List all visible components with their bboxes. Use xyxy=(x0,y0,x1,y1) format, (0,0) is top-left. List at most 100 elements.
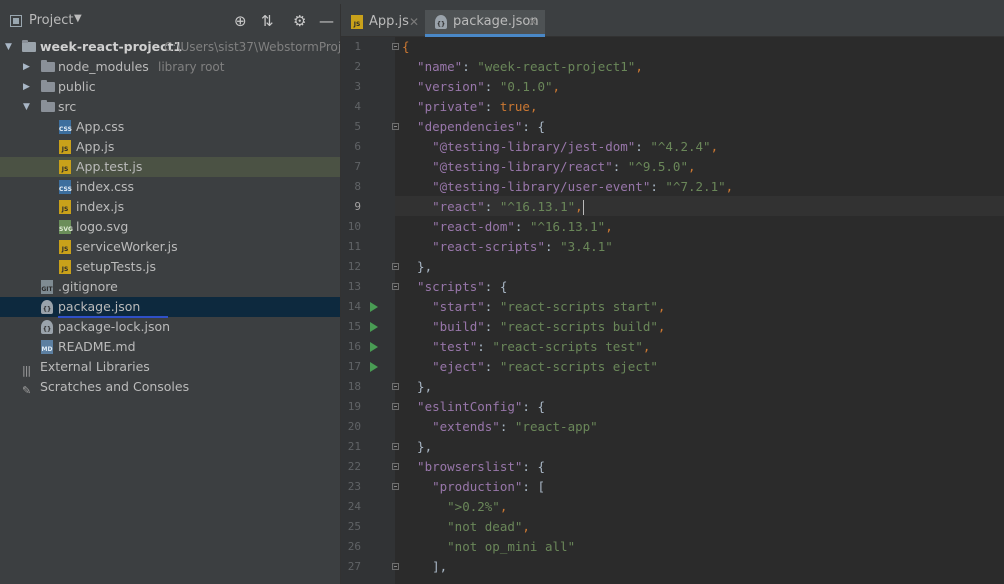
code-line[interactable]: "@testing-library/react": "^9.5.0", xyxy=(341,157,1004,177)
code-line[interactable]: "browserslist": { xyxy=(341,457,1004,477)
code-line[interactable]: "test": "react-scripts test", xyxy=(341,337,1004,357)
code-token: , xyxy=(605,219,613,234)
code-line[interactable]: "extends": "react-app" xyxy=(341,417,1004,437)
code-line[interactable]: "dependencies": { xyxy=(341,117,1004,137)
code-token: }, xyxy=(402,439,433,454)
tree-item[interactable]: JS App.js xyxy=(0,137,340,157)
code-token: "react" xyxy=(402,199,485,214)
code-line[interactable]: { xyxy=(341,37,1004,57)
expand-arrow-icon[interactable]: ▼ xyxy=(23,97,30,117)
code-token: "^4.2.4" xyxy=(650,139,711,154)
git-file-icon: GIT xyxy=(41,280,53,294)
collapse-arrow-icon[interactable]: ▶ xyxy=(23,77,30,97)
collapse-arrow-icon[interactable]: ▶ xyxy=(23,57,30,77)
tree-item[interactable]: MD README.md xyxy=(0,337,340,357)
code-token: : xyxy=(477,339,493,354)
tree-item[interactable]: ▼ src xyxy=(0,97,340,117)
tree-item[interactable]: ||| External Libraries xyxy=(0,357,340,377)
close-icon[interactable]: ✕ xyxy=(409,10,419,34)
tree-item-label: index.css xyxy=(76,179,135,194)
tree-item-hint: C:\Users\sist37\WebstormProje xyxy=(164,40,349,54)
code-token: "test" xyxy=(402,339,478,354)
code-token: : xyxy=(650,179,666,194)
js-file-icon: JS xyxy=(59,140,71,154)
tree-item[interactable]: ▼ week-react-project1 C:\Users\sist37\Webs… xyxy=(0,37,349,57)
code-line[interactable]: "@testing-library/user-event": "^7.2.1", xyxy=(341,177,1004,197)
code-token: : xyxy=(484,359,500,374)
tree-item-label: App.js xyxy=(76,139,115,154)
code-line[interactable]: "react-scripts": "3.4.1" xyxy=(341,237,1004,257)
tree-item-label: README.md xyxy=(58,339,136,354)
code-token: true xyxy=(499,99,530,114)
tree-item[interactable]: JS setupTests.js xyxy=(0,257,340,277)
tree-item-hint: library root xyxy=(158,60,225,74)
code-line[interactable]: "private": true, xyxy=(341,97,1004,117)
code-line[interactable]: "not dead", xyxy=(341,517,1004,537)
code-token: "production" xyxy=(402,479,523,494)
code-line[interactable]: ], xyxy=(341,557,1004,577)
md-file-icon: MD xyxy=(41,340,53,354)
code-token: , xyxy=(657,319,666,334)
code-token: "version" xyxy=(402,79,485,94)
code-line[interactable]: "production": [ xyxy=(341,477,1004,497)
code-line[interactable]: "not op_mini all" xyxy=(341,537,1004,557)
collapse-all-icon[interactable]: ⇅ xyxy=(261,12,274,30)
tab-app-js[interactable]: JS App.js ✕ xyxy=(341,10,425,37)
code-line[interactable]: ">0.2%", xyxy=(341,497,1004,517)
chevron-down-icon[interactable]: ▼ xyxy=(74,13,82,24)
code-line[interactable]: "@testing-library/jest-dom": "^4.2.4", xyxy=(341,137,1004,157)
code-token: : { xyxy=(522,119,545,134)
tree-item[interactable]: ▶ node_modules library root xyxy=(0,57,340,77)
code-token: : { xyxy=(522,459,545,474)
code-line[interactable]: "version": "0.1.0", xyxy=(341,77,1004,97)
tree-item[interactable]: GIT .gitignore xyxy=(0,277,340,297)
hide-panel-icon[interactable]: — xyxy=(319,12,334,30)
tree-item[interactable]: CSS index.css xyxy=(0,177,340,197)
tree-item[interactable]: JS index.js xyxy=(0,197,340,217)
code-token: "^7.2.1" xyxy=(665,179,726,194)
tree-item[interactable]: JS serviceWorker.js xyxy=(0,237,340,257)
tree-item[interactable]: SVG logo.svg xyxy=(0,217,340,237)
code-token: "name" xyxy=(402,59,463,74)
code-line[interactable]: "eject": "react-scripts eject" xyxy=(341,357,1004,377)
code-line[interactable]: }, xyxy=(341,377,1004,397)
code-token: : xyxy=(514,219,530,234)
code-editor[interactable]: 1 2 3 4 5 6 7 8 9 10 11 12 13 14 15 16 17 18 19 20 21 22 23 24 2… xyxy=(341,37,1004,584)
code-token: "eject" xyxy=(402,359,485,374)
tree-item[interactable]: ▶ public xyxy=(0,77,340,97)
tree-item-label: External Libraries xyxy=(40,359,150,374)
code-line[interactable]: "name": "week-react-project1", xyxy=(341,57,1004,77)
code-token: : { xyxy=(522,399,545,414)
tree-item[interactable]: {} package.json xyxy=(0,297,340,317)
gear-icon[interactable]: ⚙ xyxy=(293,12,306,30)
close-icon[interactable]: ✕ xyxy=(528,10,538,34)
tree-item[interactable]: {} package-lock.json xyxy=(0,317,340,337)
tree-item[interactable]: CSS App.css xyxy=(0,117,340,137)
code-token: "browserslist" xyxy=(402,459,523,474)
code-line[interactable]: }, xyxy=(341,257,1004,277)
code-token: "react-scripts" xyxy=(402,239,545,254)
code-line[interactable]: "react": "^16.13.1", xyxy=(341,197,1004,217)
tab-package-json[interactable]: {} package.json ✕ xyxy=(425,10,545,37)
tree-item[interactable]: JS App.test.js xyxy=(0,157,340,177)
code-token: "^9.5.0" xyxy=(627,159,688,174)
code-token: { xyxy=(402,39,410,54)
project-view-selector[interactable]: Project xyxy=(29,13,73,28)
code-token: : xyxy=(484,299,500,314)
code-token: "^16.13.1" xyxy=(529,219,606,234)
code-line[interactable]: "scripts": { xyxy=(341,277,1004,297)
project-panel-header: Project ▼ ⊕ ⇅ ⚙ — xyxy=(0,11,340,33)
code-token: , xyxy=(657,299,666,314)
code-line[interactable]: "start": "react-scripts start", xyxy=(341,297,1004,317)
code-token: "build" xyxy=(402,319,485,334)
locate-file-icon[interactable]: ⊕ xyxy=(234,12,247,30)
tree-item[interactable]: ✎ Scratches and Consoles xyxy=(0,377,340,397)
expand-arrow-icon[interactable]: ▼ xyxy=(5,37,12,57)
code-line[interactable]: "react-dom": "^16.13.1", xyxy=(341,217,1004,237)
code-line[interactable]: "build": "react-scripts build", xyxy=(341,317,1004,337)
code-token: : [ xyxy=(522,479,545,494)
code-line[interactable]: }, xyxy=(341,437,1004,457)
code-line[interactable]: "eslintConfig": { xyxy=(341,397,1004,417)
code-token: "dependencies" xyxy=(402,119,523,134)
code-token: , xyxy=(499,499,508,514)
